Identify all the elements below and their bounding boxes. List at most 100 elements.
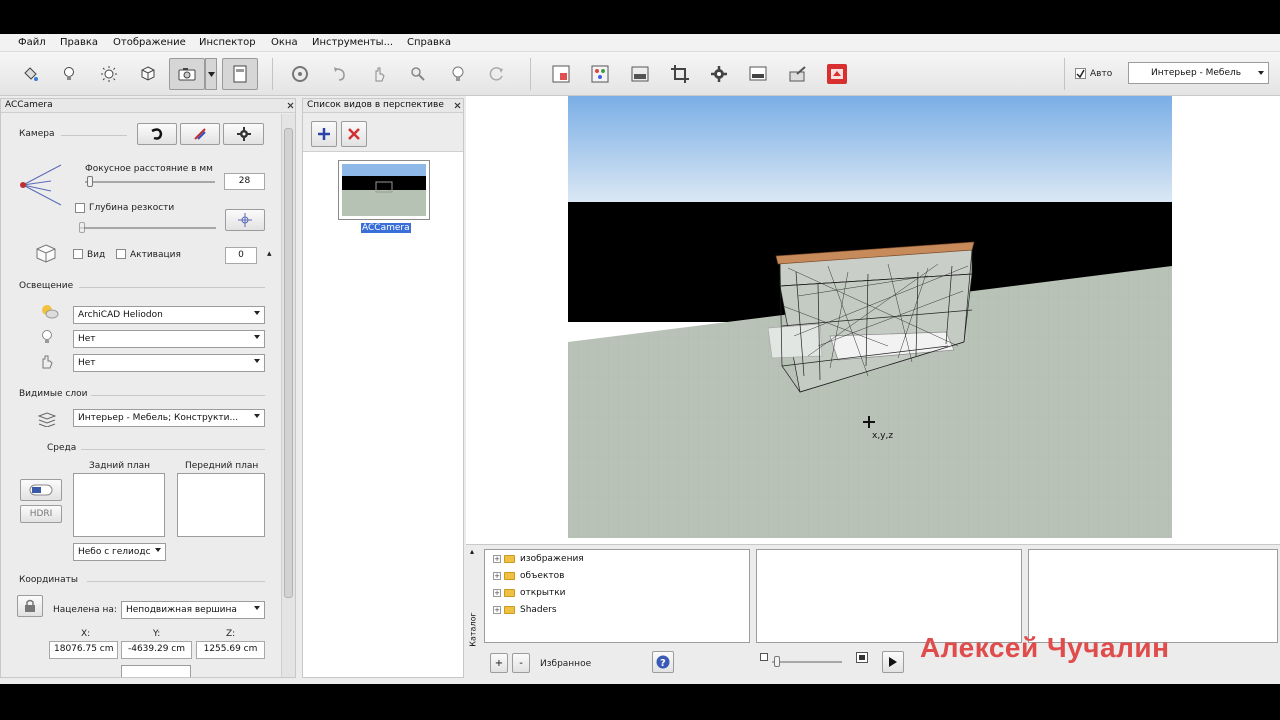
tree-item-objects[interactable]: + объектов xyxy=(493,571,564,581)
activation-checkbox[interactable] xyxy=(116,249,126,259)
orbit-button[interactable] xyxy=(284,58,316,90)
hand-light-icon xyxy=(42,355,53,369)
add-view-button[interactable] xyxy=(311,121,337,147)
render-button[interactable] xyxy=(821,58,853,90)
thumbnail-size-slider[interactable] xyxy=(774,656,780,667)
tree-item-shaders[interactable]: + Shaders xyxy=(493,605,557,615)
close-icon[interactable] xyxy=(287,102,294,109)
view-thumbnail[interactable] xyxy=(338,160,430,220)
catalog-grip-icon[interactable]: ▴ xyxy=(470,547,474,556)
auto-checkbox[interactable] xyxy=(1075,68,1086,79)
section-layers: Видимые слои xyxy=(19,389,88,399)
main-toolbar: Авто Интерьер - Мебель xyxy=(0,52,1280,96)
camera-icon xyxy=(178,68,196,81)
menu-help[interactable]: Справка xyxy=(407,37,451,48)
menu-windows[interactable]: Окна xyxy=(271,37,298,48)
camera-path-button[interactable] xyxy=(137,123,177,145)
menu-edit[interactable]: Правка xyxy=(60,37,98,48)
menu-tools[interactable]: Инструменты... xyxy=(312,37,393,48)
layer-set-select[interactable]: Интерьер - Мебель xyxy=(1128,62,1269,84)
favorites-add-button[interactable]: + xyxy=(490,653,508,673)
camera-tool-button[interactable] xyxy=(169,58,205,90)
page-tool-button[interactable] xyxy=(222,58,258,90)
sun-tool-button[interactable] xyxy=(93,58,125,90)
material-editor-button[interactable] xyxy=(584,58,616,90)
bucket-tool-button[interactable] xyxy=(14,58,46,90)
close-icon[interactable] xyxy=(454,102,461,109)
camera-panel-scrollbar[interactable] xyxy=(281,114,295,677)
focal-length-slider[interactable] xyxy=(87,176,93,187)
rotate-button[interactable] xyxy=(324,58,356,90)
small-thumbnail-icon xyxy=(760,653,768,661)
play-button[interactable] xyxy=(882,651,904,673)
foreground-preview[interactable] xyxy=(177,473,265,537)
dof-slider[interactable] xyxy=(79,222,85,233)
bulb-icon xyxy=(64,67,74,80)
export-button[interactable] xyxy=(782,58,814,90)
gear-icon xyxy=(236,127,251,141)
dof-track xyxy=(80,227,216,229)
page-icon xyxy=(233,65,247,83)
layers-select[interactable]: Интерьер - Мебель; Конструкти... xyxy=(73,409,265,427)
scene-render: x,y,z xyxy=(568,96,1172,538)
refresh-button[interactable] xyxy=(481,58,513,90)
preview-button[interactable] xyxy=(742,58,774,90)
dof-checkbox[interactable] xyxy=(75,203,85,213)
camera-settings-panel: ACCamera Камера Фокусное расстояние в мм… xyxy=(0,98,296,678)
help-button[interactable]: ? xyxy=(652,651,674,673)
object-tool-button[interactable] xyxy=(132,58,164,90)
box-icon xyxy=(36,244,56,263)
sun-select[interactable]: ArchiCAD Heliodon xyxy=(73,306,265,324)
x-label: X: xyxy=(81,629,91,639)
crop-button[interactable] xyxy=(664,58,696,90)
activation-input[interactable]: 0 xyxy=(225,247,257,264)
plus-icon xyxy=(318,128,330,140)
catalog-side-tab[interactable]: Каталог xyxy=(468,585,480,677)
view-checkbox[interactable] xyxy=(73,249,83,259)
render-light-button[interactable] xyxy=(442,58,474,90)
zoom-button[interactable] xyxy=(402,58,434,90)
section-environment: Среда xyxy=(47,443,77,453)
background-preview[interactable] xyxy=(73,473,165,537)
magnifier-icon xyxy=(411,67,425,81)
camera-dropdown-button[interactable] xyxy=(205,58,217,90)
light-select-2[interactable]: Нет xyxy=(73,330,265,348)
camera-settings-button[interactable] xyxy=(223,123,264,145)
target-label: Нацелена на: xyxy=(53,605,117,615)
target-select[interactable]: Неподвижная вершина xyxy=(121,601,265,619)
orbit-icon xyxy=(292,66,308,82)
dof-target-button[interactable] xyxy=(225,209,265,231)
sky-select[interactable]: Небо с гелиодс xyxy=(73,543,166,561)
pan-button[interactable] xyxy=(363,58,395,90)
menu-file[interactable]: Файл xyxy=(18,37,46,48)
render-region-button[interactable] xyxy=(545,58,577,90)
light-tool-button[interactable] xyxy=(53,58,85,90)
x-coordinate-input[interactable]: 18076.75 cm xyxy=(49,641,118,659)
author-watermark: Алексей Чучалин xyxy=(920,632,1170,663)
image-button[interactable] xyxy=(624,58,656,90)
camera-panel-scroll-thumb[interactable] xyxy=(284,128,293,598)
target-lock-button[interactable] xyxy=(17,595,43,617)
crop-icon xyxy=(671,65,689,83)
tree-item-postcards[interactable]: + открытки xyxy=(493,588,566,598)
lamp-icon xyxy=(42,330,52,343)
settings-button[interactable] xyxy=(703,58,735,90)
camera-edit-button[interactable] xyxy=(180,123,220,145)
menu-inspector[interactable]: Инспектор xyxy=(199,37,256,48)
menu-view[interactable]: Отображение xyxy=(113,37,186,48)
camera-panel-title: ACCamera xyxy=(1,99,295,113)
tree-item-images[interactable]: + изображения xyxy=(493,554,584,564)
focal-length-input[interactable]: 28 xyxy=(224,173,265,190)
activation-stepper[interactable]: ▴ xyxy=(267,249,272,259)
light-select-3[interactable]: Нет xyxy=(73,354,265,372)
render-viewport[interactable]: x,y,z xyxy=(568,96,1172,538)
z-coordinate-input[interactable]: 1255.69 cm xyxy=(196,641,265,659)
view-name-label[interactable]: ACCamera xyxy=(361,223,411,233)
y-coordinate-input[interactable]: -4639.29 cm xyxy=(121,641,192,659)
environment-toggle-button[interactable] xyxy=(20,479,62,501)
favorites-remove-button[interactable]: - xyxy=(512,653,530,673)
hdri-button[interactable]: HDRI xyxy=(20,505,62,523)
sun-icon xyxy=(101,66,117,82)
delete-view-button[interactable] xyxy=(341,121,367,147)
dof-label: Глубина резкости xyxy=(89,203,175,213)
